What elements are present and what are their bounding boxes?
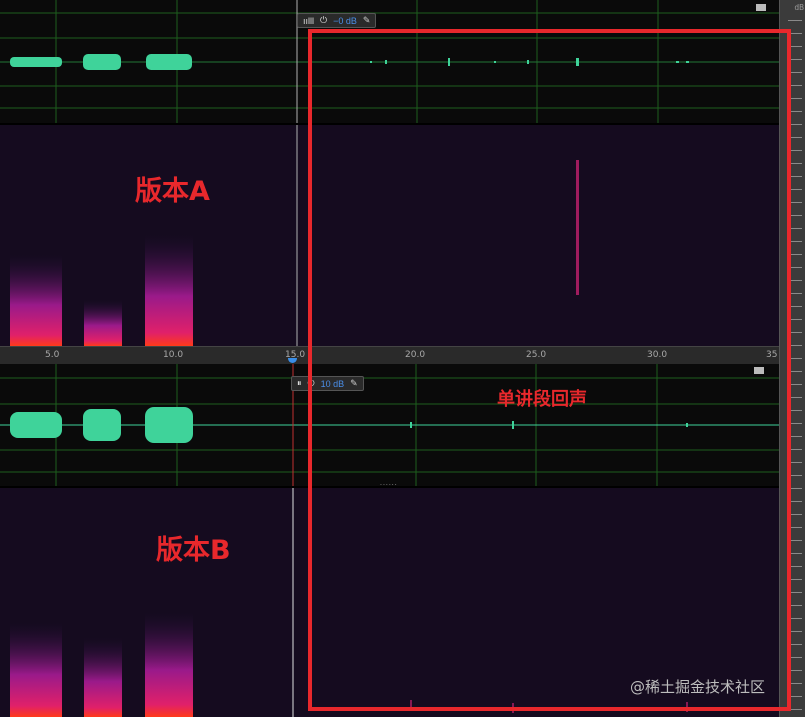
pin-icon[interactable]: ✎	[363, 15, 371, 26]
annotation-label: 单讲段回声	[497, 389, 587, 410]
annotation-highlight-box	[308, 29, 791, 711]
zoom-toggle-icon[interactable]	[756, 4, 766, 11]
level-meter-icon: ıılll	[303, 15, 314, 26]
volume-hud-a[interactable]: ıılll ⏻ −0 dB ✎	[297, 13, 377, 28]
level-meter-icon: ⏸	[297, 378, 302, 388]
db-ruler-unit: dB	[794, 3, 804, 12]
power-icon[interactable]: ⏻	[320, 15, 327, 26]
time-tick: 10.0	[163, 350, 184, 360]
time-tick: 5.0	[45, 350, 60, 360]
panel-a-title: 版本A	[135, 176, 210, 207]
panel-b-title: 版本B	[156, 535, 231, 566]
playhead-handle[interactable]	[288, 358, 297, 363]
watermark: @稀土掘金技术社区	[630, 678, 766, 696]
volume-value-a: −0 dB	[333, 15, 357, 26]
